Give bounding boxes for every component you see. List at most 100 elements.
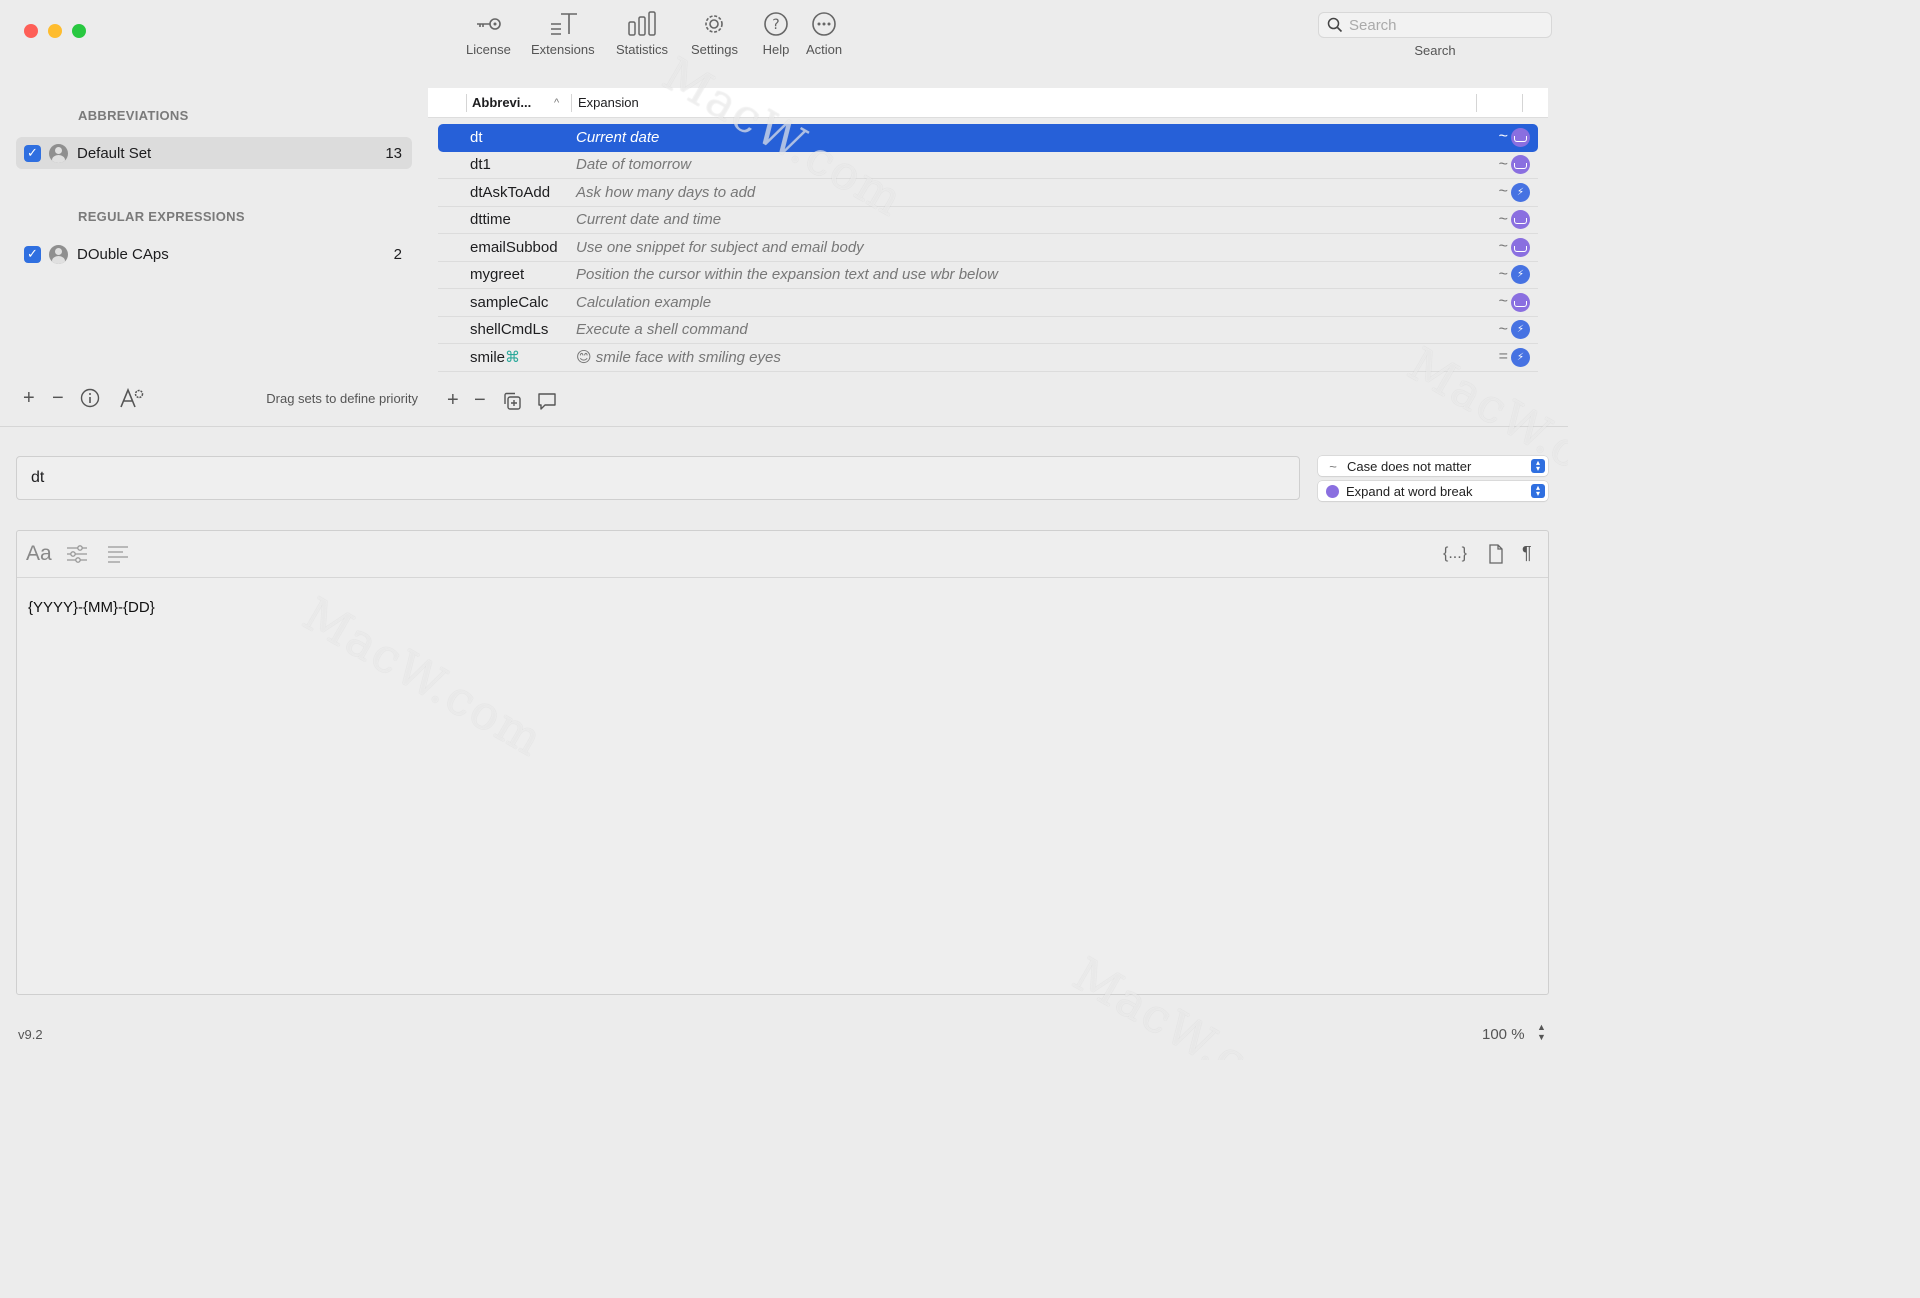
case-indicator: ~ [1498, 155, 1508, 173]
lightning-icon: ⚡ [1511, 182, 1530, 202]
case-indicator: ~ [1498, 210, 1508, 228]
table-row[interactable]: smile⌘ 😊 smile face with smiling eyes = … [438, 344, 1538, 372]
speech-bubble-icon [538, 393, 556, 410]
editor-text[interactable]: {YYYY}-{MM}-{DD} [28, 599, 155, 616]
sets-sidebar: ABBREVIATIONS ✓ Default Set 13 REGULAR E… [0, 86, 426, 426]
text-align-icon [108, 546, 128, 563]
toolbar-label: Settings [691, 42, 738, 57]
minimize-window-button[interactable] [48, 24, 62, 38]
set-row-default-set[interactable]: ✓ Default Set 13 [16, 137, 412, 169]
duplicate-button[interactable] [502, 391, 522, 417]
column-header-abbreviation[interactable]: Abbrevi... [472, 95, 531, 110]
close-window-button[interactable] [24, 24, 38, 38]
abbreviation-input[interactable]: dt [16, 456, 1300, 500]
column-separator [1522, 94, 1523, 112]
column-header-expansion[interactable]: Expansion [578, 95, 639, 110]
table-row[interactable]: dtAskToAdd Ask how many days to add ~ ⚡ [438, 179, 1538, 207]
row-expansion: Current date [576, 128, 660, 146]
table-row[interactable]: dttime Current date and time ~ [438, 207, 1538, 234]
placeholder-button[interactable]: {...} [1443, 545, 1467, 563]
table-footer: + − [446, 388, 646, 416]
set-name: DOuble CAps [77, 245, 169, 263]
bar-chart-icon [628, 11, 656, 36]
row-expansion: Execute a shell command [576, 321, 748, 339]
paragraph-mark-button[interactable]: ¶ [1522, 543, 1532, 564]
trigger-option-label: Expand at word break [1346, 483, 1473, 499]
table-rows: dt Current date ~ dt1 Date of tomorrow ~… [438, 124, 1538, 372]
toolbar-help[interactable]: ? Help [760, 10, 792, 57]
toolbar-label: Help [762, 42, 790, 57]
set-settings-button[interactable] [119, 387, 145, 415]
search-input[interactable] [1349, 16, 1539, 34]
add-set-button[interactable]: + [23, 386, 35, 410]
set-name: Default Set [77, 144, 152, 162]
search-icon [1327, 17, 1343, 33]
sidebar-footer: + − Drag sets to define priority [0, 386, 426, 414]
case-option-popup[interactable]: ~ Case does not matter ▴ ▾ [1318, 456, 1548, 476]
table-row[interactable]: sampleCalc Calculation example ~ [438, 289, 1538, 317]
info-button[interactable] [80, 388, 100, 414]
table-row[interactable]: dt Current date ~ [438, 124, 1538, 152]
case-indicator: ~ [1498, 128, 1508, 146]
table-row[interactable]: emailSubbod Use one snippet for subject … [438, 234, 1538, 262]
format-button[interactable] [66, 545, 88, 569]
search-label: Search [1414, 43, 1456, 58]
set-row-double-caps[interactable]: ✓ DOuble CAps 2 [16, 238, 412, 270]
command-key-icon: ⌘ [505, 349, 521, 367]
toolbar-extensions[interactable]: Extensions [531, 10, 595, 57]
word-break-trigger-icon [1511, 127, 1530, 147]
case-indicator: = [1498, 348, 1508, 366]
toolbar-label: Statistics [616, 42, 669, 57]
person-icon [49, 143, 68, 163]
expansion-editor[interactable]: Aa {...} ¶ {YYYY}-{MM}-{DD} [16, 530, 1549, 995]
row-abbreviation: dtAskToAdd [470, 183, 551, 201]
word-break-trigger-icon [1511, 210, 1530, 230]
row-abbreviation: smile⌘ [470, 348, 520, 366]
remove-abbreviation-button[interactable]: − [474, 388, 486, 412]
set-enabled-checkbox[interactable]: ✓ [24, 144, 41, 162]
popup-arrows-icon: ▴ ▾ [1531, 484, 1545, 498]
lightning-icon: ⚡ [1511, 320, 1530, 340]
case-indicator: ~ [1498, 238, 1508, 256]
table-row[interactable]: shellCmdLs Execute a shell command ~ ⚡ [438, 317, 1538, 344]
toolbar-action[interactable]: Action [806, 10, 842, 57]
text-extensions-icon [550, 13, 577, 35]
word-break-trigger-icon [1511, 237, 1530, 257]
toolbar-label: Extensions [531, 42, 595, 57]
table-row[interactable]: dt1 Date of tomorrow ~ [438, 152, 1538, 179]
trigger-option-popup[interactable]: Expand at word break ▴ ▾ [1318, 481, 1548, 501]
search-field[interactable] [1318, 12, 1552, 38]
table-row[interactable]: mygreet Position the cursor within the e… [438, 262, 1538, 289]
font-button[interactable]: Aa [26, 542, 52, 566]
document-icon [1489, 544, 1503, 564]
toolbar-license[interactable]: License [466, 10, 511, 57]
add-abbreviation-button[interactable]: + [447, 388, 459, 412]
row-expansion: 😊 smile face with smiling eyes [576, 349, 781, 367]
row-abbreviation: emailSubbod [470, 238, 558, 256]
table-header: Abbrevi... ^ Expansion [428, 88, 1548, 118]
pane-divider[interactable] [0, 426, 1568, 427]
comment-button[interactable] [536, 391, 558, 417]
column-separator [571, 94, 572, 112]
toolbar-label: License [466, 42, 511, 57]
toolbar-statistics[interactable]: Statistics [616, 10, 668, 57]
case-indicator: ~ [1498, 320, 1508, 338]
word-break-trigger-icon [1326, 484, 1339, 498]
drag-hint: Drag sets to define priority [266, 391, 418, 406]
tilde-icon: ~ [1329, 458, 1337, 474]
zoom-stepper[interactable]: ▲ ▼ [1535, 1022, 1548, 1044]
align-button[interactable] [107, 545, 129, 569]
remove-set-button[interactable]: − [52, 386, 64, 410]
zoom-window-button[interactable] [72, 24, 86, 38]
row-expansion: Calculation example [576, 293, 712, 311]
row-abbreviation: shellCmdLs [470, 321, 549, 339]
case-indicator: ~ [1498, 265, 1508, 283]
sliders-icon [67, 545, 87, 563]
column-separator [1476, 94, 1477, 112]
gear-icon [705, 15, 724, 33]
toolbar-settings[interactable]: Settings [691, 10, 738, 57]
set-enabled-checkbox[interactable]: ✓ [24, 245, 41, 263]
toolbar: License Extensions Statistics Settings ?… [0, 0, 1568, 86]
abbreviations-section-title: ABBREVIATIONS [78, 108, 189, 123]
document-button[interactable] [1488, 544, 1504, 570]
